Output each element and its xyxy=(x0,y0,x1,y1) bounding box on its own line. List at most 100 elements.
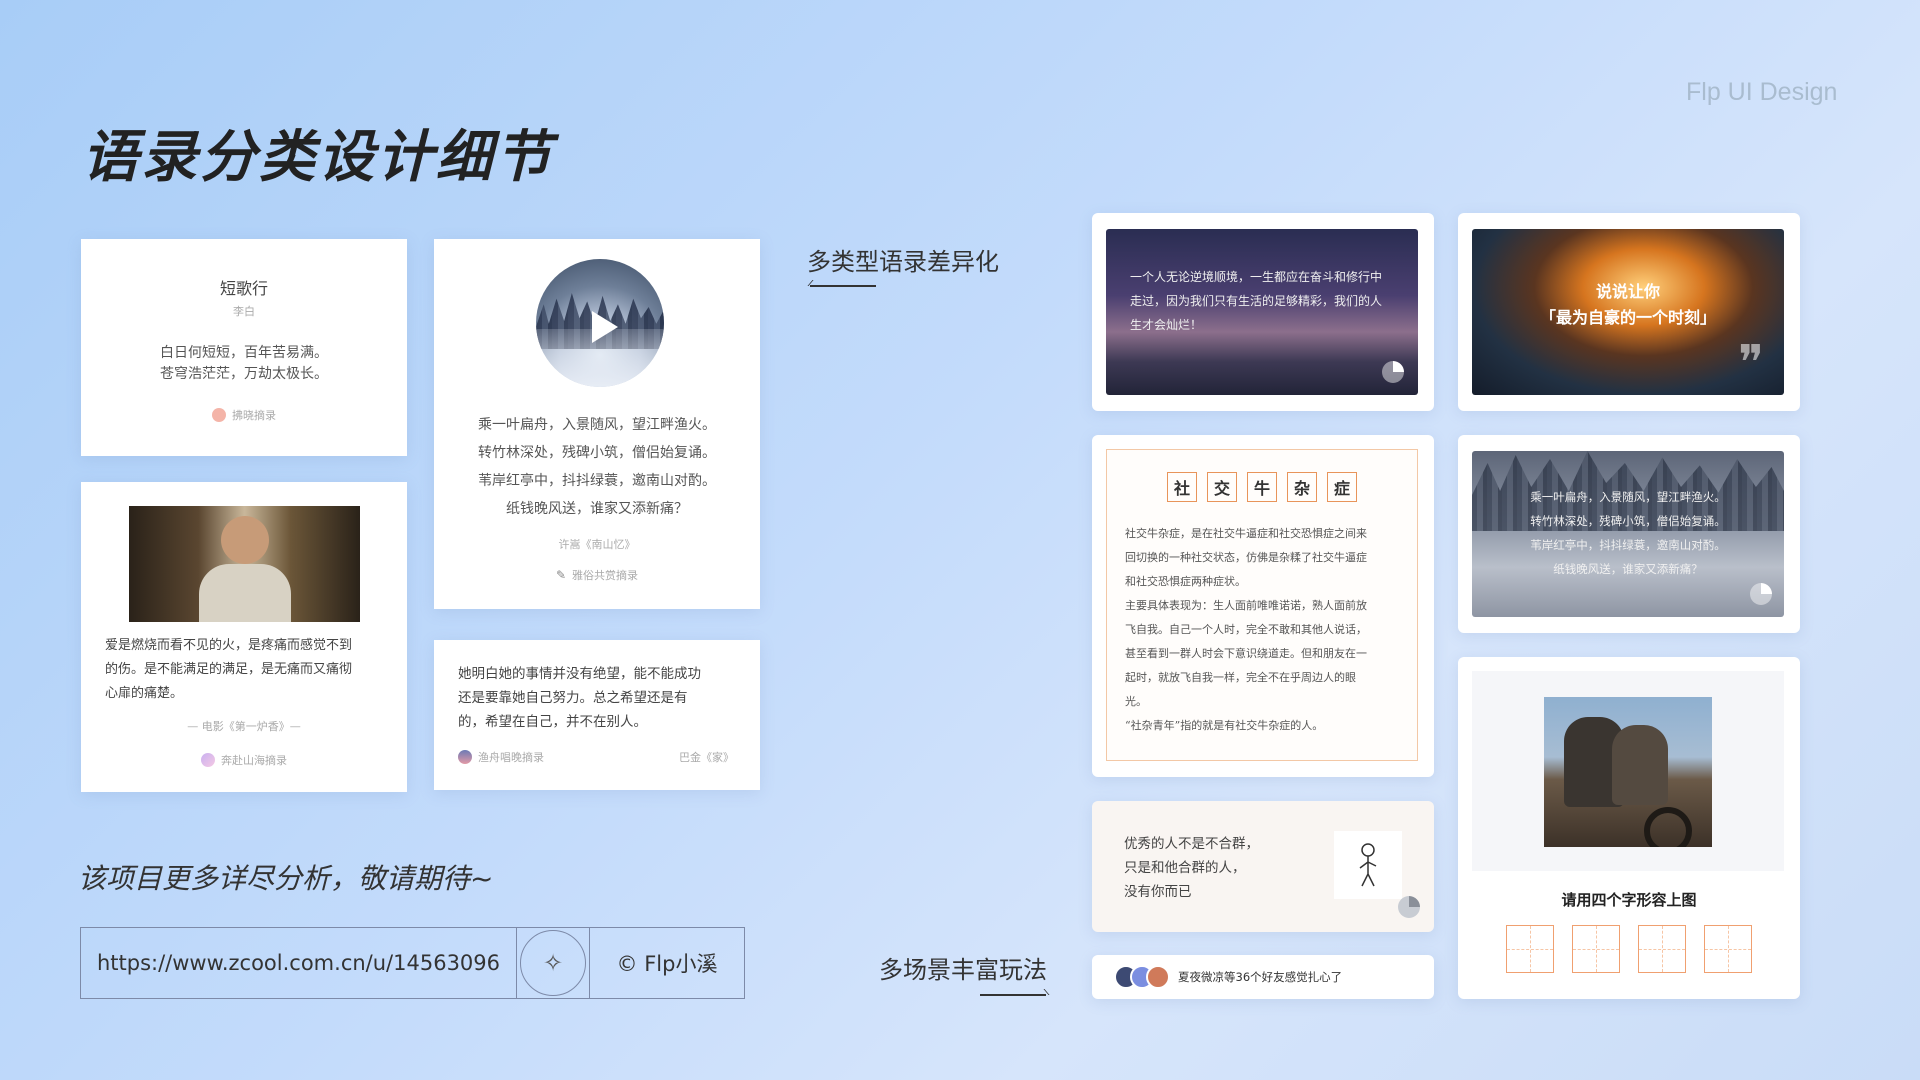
scene-card-friends[interactable]: 夏夜微凉等36个好友感觉扎心了 xyxy=(1092,955,1434,999)
excerpt-by: ✎ 雅俗共赏摘录 xyxy=(434,567,760,583)
quote-line: 还是要靠她自己努力。总之希望还是有 xyxy=(458,690,688,706)
lyric-line: 乘一叶扁舟，入景随风，望江畔渔火。 xyxy=(1530,490,1726,504)
spark-bridge-image: 说说让你 「最为自豪的一个时刻」 ❞ xyxy=(1472,229,1784,395)
arrow-right-icon xyxy=(980,994,1046,996)
progress-pie-icon[interactable] xyxy=(1382,361,1404,383)
progress-pie-icon[interactable] xyxy=(1750,583,1772,605)
answer-box[interactable] xyxy=(1704,925,1752,973)
play-icon[interactable] xyxy=(592,311,618,343)
para-line: 起时，就放飞自我一样，完全不在乎周边人的眼 xyxy=(1125,671,1356,684)
quote-line: 走过，因为我们只有生活的足够精彩，我们的人 xyxy=(1130,294,1383,308)
dusk-lake-image: 一个人无论逆境顺境，一生都应在奋斗和修行中 走过，因为我们只有生活的足够精彩，我… xyxy=(1106,229,1418,395)
lyric-line: 纸钱晚风送，谁家又添新痛？ xyxy=(1553,562,1703,576)
avatar xyxy=(458,750,472,764)
answer-box[interactable] xyxy=(1638,925,1686,973)
scene-card-excellent[interactable]: 优秀的人不是不合群， 只是和他合群的人， 没有你而已 xyxy=(1092,801,1434,932)
scene-card-forest[interactable]: 乘一叶扁舟，入景随风，望江畔渔火。 转竹林深处，残碑小筑，僧侣始复诵。 苇岸红亭… xyxy=(1458,435,1800,633)
page-title: 语录分类设计细节 xyxy=(82,125,554,190)
person-suit xyxy=(199,564,291,622)
answer-box[interactable] xyxy=(1506,925,1554,973)
person-figure xyxy=(221,516,269,564)
word-box: 牛 xyxy=(1247,472,1277,502)
movie-source: — 电影《第一炉香》— xyxy=(187,720,301,733)
quote-card-book[interactable]: 她明白她的事情并没有绝望，能不能成功 还是要靠她自己努力。总之希望还是有 的，希… xyxy=(434,640,760,790)
poem-body: 白日何短短，百年苦易满。 苍穹浩茫茫，万劫太极长。 xyxy=(81,343,407,385)
quote-line: 她明白她的事情并没有绝望，能不能成功 xyxy=(458,666,701,682)
excerpt-by-label: 渔舟唱晚摘录 xyxy=(478,751,544,764)
excerpt-by: 拂晓摘录 xyxy=(81,407,407,423)
sparkle-button[interactable]: ✧ xyxy=(517,928,590,998)
quote-line: 没有你而已 xyxy=(1124,884,1192,900)
video-lyrics: 乘一叶扁舟，入景随风，望江畔渔火。 转竹林深处，残碑小筑，僧侣始复诵。 苇岸红亭… xyxy=(434,411,760,523)
movie-quote: 爱是燃烧而看不见的火，是疼痛而感觉不到 的伤。是不能满足的满足，是无痛而又痛彻 … xyxy=(105,634,352,706)
lyric-line: 纸钱晚风送，谁家又添新痛？ xyxy=(506,501,688,517)
lyric-line: 转竹林深处，残碑小筑，僧侣始复诵。 xyxy=(478,445,716,461)
lyrics-source: 许嵩《南山忆》 xyxy=(558,538,636,551)
para-line: 回切换的一种社交状态，仿佛是杂糅了社交牛逼症 xyxy=(1125,551,1367,564)
word-box: 交 xyxy=(1207,472,1237,502)
copyright: © Flp小溪 xyxy=(616,952,718,976)
para-line: 和社交恐惧症两种症状。 xyxy=(1125,575,1246,588)
social-panel: 社 交 牛 杂 症 社交牛杂症，是在社交牛逼症和社交恐惧症之间来 回切换的一种社… xyxy=(1106,449,1418,761)
quote-line: 心扉的痛楚。 xyxy=(105,686,184,701)
quote-line: 优秀的人不是不合群， xyxy=(1124,836,1259,852)
quote-card-video[interactable]: 乘一叶扁舟，入景随风，望江畔渔火。 转竹林深处，残碑小筑，僧侣始复诵。 苇岸红亭… xyxy=(434,239,760,609)
excerpt-by: 奔赴山海摘录 xyxy=(81,752,407,768)
excerpt-by-label: 奔赴山海摘录 xyxy=(221,754,287,767)
video-cover[interactable] xyxy=(536,259,664,387)
para-line: 甚至看到一群人时会下意识绕道走。但和朋友在一 xyxy=(1125,647,1367,660)
book-source: 巴金《家》 xyxy=(679,751,734,764)
para-line: 光。 xyxy=(1125,695,1147,708)
quote-card-poem[interactable]: 短歌行 李白 白日何短短，百年苦易满。 苍穹浩茫茫，万劫太极长。 拂晓摘录 xyxy=(81,239,407,456)
label-scenes: 多场景丰富玩法 xyxy=(879,956,1047,984)
excerpt-by: 渔舟唱晚摘录 xyxy=(458,749,544,765)
progress-pie-icon[interactable] xyxy=(1398,896,1420,918)
rider-figure xyxy=(1612,725,1668,805)
tagline: 该项目更多详尽分析，敬请期待~ xyxy=(78,862,494,895)
stick-figure-icon xyxy=(1359,843,1377,887)
poem-line: 白日何短短，百年苦易满。 xyxy=(160,345,328,361)
word-boxes: 社 交 牛 杂 症 xyxy=(1107,472,1417,502)
avatar xyxy=(201,753,215,767)
scene-card-spark[interactable]: 说说让你 「最为自豪的一个时刻」 ❞ xyxy=(1458,213,1800,411)
scene-card-social[interactable]: 社 交 牛 杂 症 社交牛杂症，是在社交牛逼症和社交恐惧症之间来 回切换的一种社… xyxy=(1092,435,1434,777)
movie-still-image xyxy=(129,506,360,622)
picture-prompt: 请用四个字形容上图 xyxy=(1561,891,1697,909)
dusk-quote: 一个人无论逆境顺境，一生都应在奋斗和修行中 走过，因为我们只有生活的足够精彩，我… xyxy=(1130,265,1382,337)
word-box: 杂 xyxy=(1287,472,1317,502)
answer-box[interactable] xyxy=(1572,925,1620,973)
prompt-line: 说说让你 xyxy=(1595,282,1660,301)
quote-line: 一个人无论逆境顺境，一生都应在奋斗和修行中 xyxy=(1130,270,1383,284)
word-box: 社 xyxy=(1167,472,1197,502)
quote-mark-icon: ❞ xyxy=(1738,335,1764,391)
word-box: 症 xyxy=(1327,472,1357,502)
profile-url-link[interactable]: https://www.zcool.com.cn/u/14563096 xyxy=(81,928,517,998)
excellent-quote: 优秀的人不是不合群， 只是和他合群的人， 没有你而已 xyxy=(1124,832,1259,904)
lyric-line: 苇岸红亭中，抖抖绿蓑，邀南山对酌。 xyxy=(478,473,716,489)
sparkle-icon: ✧ xyxy=(520,930,586,996)
misty-forest-image: 乘一叶扁舟，入景随风，望江畔渔火。 转竹林深处，残碑小筑，僧侣始复诵。 苇岸红亭… xyxy=(1472,451,1784,617)
lyric-line: 乘一叶扁舟，入景随风，望江畔渔火。 xyxy=(478,417,716,433)
quote-line: 只是和他合群的人， xyxy=(1124,860,1246,876)
quote-line: 爱是燃烧而看不见的火，是疼痛而感觉不到 xyxy=(105,638,353,653)
friends-reaction: 夏夜微凉等36个好友感觉扎心了 xyxy=(1178,970,1343,984)
scene-card-picture-game[interactable]: 请用四个字形容上图 xyxy=(1458,657,1800,999)
social-description: 社交牛杂症，是在社交牛逼症和社交恐惧症之间来 回切换的一种社交状态，仿佛是杂糅了… xyxy=(1125,522,1367,738)
para-line: “社杂青年”指的就是有社交牛杂症的人。 xyxy=(1125,719,1324,732)
avatar xyxy=(1146,965,1170,989)
excerpt-by-label: 拂晓摘录 xyxy=(232,409,276,422)
quote-card-movie[interactable]: 爱是燃烧而看不见的火，是疼痛而感觉不到 的伤。是不能满足的满足，是无痛而又痛彻 … xyxy=(81,482,407,792)
prompt-line: 「最为自豪的一个时刻」 xyxy=(1539,308,1716,327)
poem-line: 苍穹浩茫茫，万劫太极长。 xyxy=(160,366,328,382)
watermark: Flp UI Design xyxy=(1686,78,1838,106)
quote-line: 生才会灿烂！ xyxy=(1130,318,1203,332)
poem-author: 李白 xyxy=(233,305,255,318)
para-line: 主要具体表现为：生人面前唯唯诺诺，熟人面前放 xyxy=(1125,599,1367,612)
poem-title: 短歌行 xyxy=(219,279,268,298)
scene-card-dusk[interactable]: 一个人无论逆境顺境，一生都应在奋斗和修行中 走过，因为我们只有生活的足够精彩，我… xyxy=(1092,213,1434,411)
feather-icon: ✎ xyxy=(555,568,567,582)
link-bar: https://www.zcool.com.cn/u/14563096 ✧ © … xyxy=(80,927,745,999)
stick-figure-image xyxy=(1334,831,1402,899)
lyric-line: 转竹林深处，残碑小筑，僧侣始复诵。 xyxy=(1530,514,1726,528)
forest-lyrics: 乘一叶扁舟，入景随风，望江畔渔火。 转竹林深处，残碑小筑，僧侣始复诵。 苇岸红亭… xyxy=(1472,485,1784,581)
